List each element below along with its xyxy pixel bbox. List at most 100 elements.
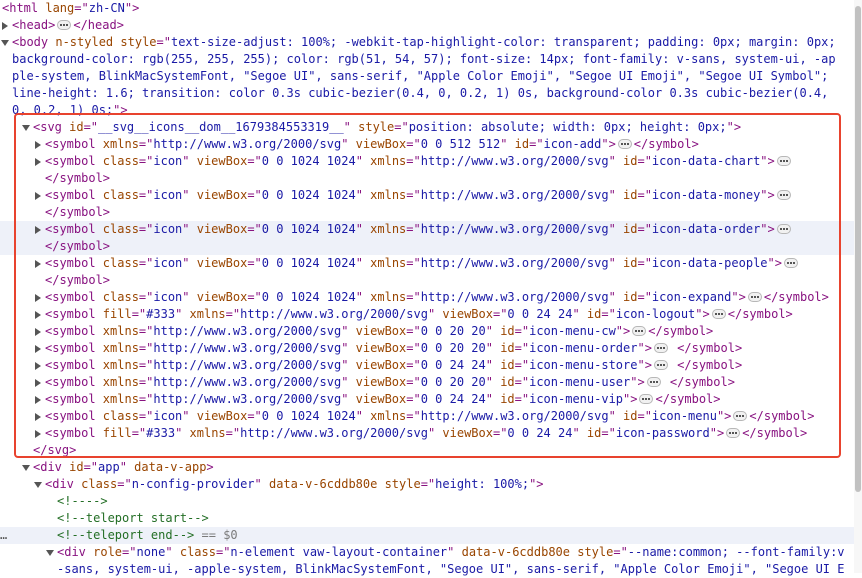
dom-node-line[interactable]: <symbol class="icon" viewBox="0 0 1024 1… [0,255,862,272]
token-tag: " [119,460,135,474]
dom-node-line[interactable]: ple-system, BlinkMacSystemFont, "Segoe U… [0,68,862,85]
expand-arrow-icon[interactable] [33,408,43,425]
dom-node-line[interactable]: <symbol xmlns="http://www.w3.org/2000/sv… [0,357,862,374]
dom-node-line[interactable]: <!----> [0,493,862,510]
ellipsis-expand-icon[interactable] [57,20,72,30]
dom-node-line[interactable]: </symbol> [0,272,862,289]
dom-node-text: <symbol class="icon" viewBox="0 0 1024 1… [45,221,793,238]
expand-arrow-icon[interactable] [33,306,43,323]
dom-node-text: <div id="app" data-v-app> [33,459,214,476]
dom-node-line[interactable]: </symbol> [0,204,862,221]
dom-node-line[interactable]: <symbol xmlns="http://www.w3.org/2000/sv… [0,340,862,357]
ellipsis-expand-icon[interactable] [617,139,632,149]
token-attr: class [102,188,139,202]
token-tag: " [341,341,356,355]
token-attr: viewBox [355,358,407,372]
ellipsis-expand-icon[interactable] [776,224,791,234]
dom-node-line[interactable]: <html lang="zh-CN"> [0,0,862,17]
expand-arrow-icon[interactable] [33,340,43,357]
dom-node-line[interactable]: <symbol xmlns="http://www.w3.org/2000/sv… [0,391,862,408]
expand-arrow-icon[interactable] [33,289,43,306]
token-attr: class [102,409,139,423]
dom-node-line[interactable]: <body n-styled style="text-size-adjust: … [0,34,862,51]
token-tag: =" [138,409,154,423]
ellipsis-expand-icon[interactable] [639,394,654,404]
dom-node-line[interactable]: <div id="app" data-v-app> [0,459,862,476]
ellipsis-expand-icon[interactable] [653,360,668,370]
token-tag: =" [247,290,262,304]
dom-node-line[interactable]: background-color: rgb(255, 255, 255); co… [0,51,862,68]
token-attr: lang [45,1,75,15]
dom-node-line[interactable]: <symbol xmlns="http://www.w3.org/2000/sv… [0,374,862,391]
token-tag: =" [514,324,530,338]
ellipsis-expand-icon[interactable] [632,326,647,336]
expand-arrow-icon[interactable] [33,255,43,272]
expand-arrow-icon[interactable] [0,17,10,34]
collapse-arrow-icon[interactable] [45,544,55,561]
dom-node-line[interactable]: </svg> [0,442,862,459]
ellipsis-expand-icon[interactable] [711,309,726,319]
ellipsis-expand-icon[interactable] [776,190,791,200]
dom-node-line[interactable]: <symbol class="icon" viewBox="0 0 1024 1… [0,187,862,204]
dom-node-line[interactable]: <svg id="__svg__icons__dom__167938455331… [0,119,862,136]
dom-node-line[interactable]: <symbol fill="#333" xmlns="http://www.w3… [0,306,862,323]
token-attr: viewBox [196,188,248,202]
expand-arrow-icon[interactable] [33,425,43,442]
dom-node-line[interactable]: … <!--teleport end--> == $0 [0,527,862,544]
token-val: icon-data-order [651,222,761,236]
token-tag: </symbol> [662,375,735,389]
dom-node-line[interactable]: <symbol fill="#333" xmlns="http://www.w3… [0,425,862,442]
ellipsis-expand-icon[interactable] [653,343,668,353]
token-tag: "> [637,358,652,372]
dom-node-line[interactable]: <symbol xmlns="http://www.w3.org/2000/sv… [0,323,862,340]
token-attr: xmlns [189,426,226,440]
dom-node-line[interactable]: <symbol xmlns="http://www.w3.org/2000/sv… [0,136,862,153]
expand-arrow-icon[interactable] [33,136,43,153]
token-val: 0 0 512 512 [420,137,501,151]
collapse-arrow-icon[interactable] [0,34,10,51]
dom-node-line[interactable]: <symbol class="icon" viewBox="0 0 1024 1… [0,289,862,306]
token-tag: =" [138,290,154,304]
token-tag: " [165,545,180,559]
dom-node-line[interactable]: 0, 0.2, 1) 0s;"> [0,102,862,119]
ellipsis-expand-icon[interactable] [726,428,741,438]
dom-node-line[interactable]: <div class="n-config-provider" data-v-6c… [0,476,862,493]
expand-arrow-icon[interactable] [33,153,43,170]
token-tag: <symbol [45,290,103,304]
dom-node-line[interactable]: </symbol> [0,170,862,187]
dom-node-line[interactable]: <head> </head> [0,17,862,34]
token-tag: </symbol> [727,307,793,321]
expand-arrow-icon[interactable] [33,221,43,238]
dom-node-line[interactable]: <!--teleport start--> [0,510,862,527]
dom-node-text: <!----> [57,493,108,510]
expand-arrow-icon[interactable] [33,391,43,408]
token-tag: =" [406,222,421,236]
expand-arrow-icon[interactable] [33,323,43,340]
collapse-arrow-icon[interactable] [21,119,31,136]
dom-node-line[interactable]: -sans, system-ui, -apple-system, BlinkMa… [0,561,862,578]
ellipsis-expand-icon[interactable] [747,292,762,302]
scrollbar-thumb[interactable] [855,6,861,492]
expand-arrow-icon[interactable] [33,357,43,374]
token-tag: " [182,188,197,202]
dom-node-line[interactable]: <symbol class="icon" viewBox="0 0 1024 1… [0,221,862,238]
dom-node-line[interactable]: line-height: 1.6; transition: color 0.3s… [0,85,862,102]
dom-node-line[interactable]: </symbol> [0,238,862,255]
dom-node-text: 0, 0.2, 1) 0s;"> [12,102,128,119]
token-attr: id [514,137,530,151]
dom-node-line[interactable]: <div role="none" class="n-element vaw-la… [0,544,862,561]
ellipsis-expand-icon[interactable] [776,156,791,166]
dom-node-line[interactable]: <symbol class="icon" viewBox="0 0 1024 1… [0,153,862,170]
expand-arrow-icon[interactable] [33,374,43,391]
ellipsis-expand-icon[interactable] [733,411,748,421]
scrollbar[interactable] [854,0,862,573]
token-attr: class [179,545,216,559]
token-tag: " [343,120,359,134]
collapse-arrow-icon[interactable] [33,476,43,493]
expand-arrow-icon[interactable] [33,187,43,204]
token-val: zh-CN [88,1,125,15]
ellipsis-expand-icon[interactable] [783,258,798,268]
ellipsis-expand-icon[interactable] [646,377,661,387]
dom-node-line[interactable]: <symbol class="icon" viewBox="0 0 1024 1… [0,408,862,425]
collapse-arrow-icon[interactable] [21,459,31,476]
